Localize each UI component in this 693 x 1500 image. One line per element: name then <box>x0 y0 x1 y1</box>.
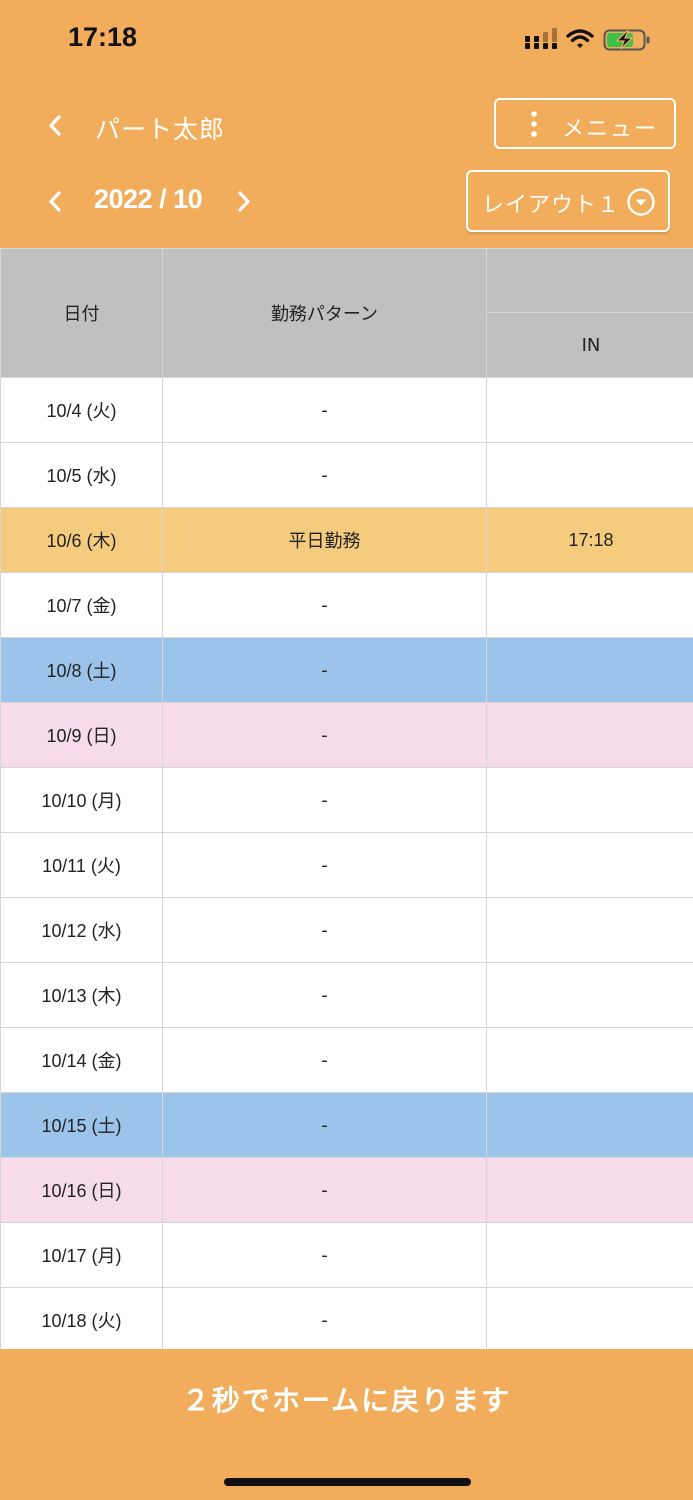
in-time-cell <box>486 572 693 638</box>
table-row[interactable]: 10/7 (金) - <box>0 572 693 638</box>
in-time-cell <box>486 1092 693 1158</box>
in-time-cell <box>486 1222 693 1288</box>
status-time: 17:18 <box>68 22 138 52</box>
table-row[interactable]: 10/15 (土) - <box>0 1092 693 1158</box>
table-row[interactable]: 10/12 (水) - <box>0 897 693 963</box>
date-cell: 10/13 (木) <box>0 962 163 1028</box>
pattern-cell: - <box>162 1157 487 1223</box>
table-row[interactable]: 10/4 (火) - <box>0 377 693 443</box>
employee-name-title: パート太郎 <box>95 115 226 144</box>
in-time-cell <box>486 377 693 443</box>
in-time-cell <box>486 767 693 833</box>
status-bar: 17:18 <box>0 0 693 80</box>
in-time-cell <box>486 1157 693 1223</box>
menu-button[interactable]: メニュー <box>494 98 676 149</box>
table-row[interactable]: 10/14 (金) - <box>0 1027 693 1093</box>
table-row[interactable]: 10/9 (日) - <box>0 702 693 768</box>
table-row[interactable]: 10/16 (日) - <box>0 1157 693 1223</box>
column-header-in: IN <box>486 312 693 378</box>
table-row[interactable]: 10/6 (木) 平日勤務 17:18 <box>0 507 693 573</box>
layout-select-label: レイアウト１ <box>482 193 621 218</box>
in-time-cell <box>486 1027 693 1093</box>
pattern-cell: - <box>162 962 487 1028</box>
in-time-cell <box>486 702 693 768</box>
menu-button-label: メニュー <box>562 117 659 142</box>
in-time-cell <box>486 832 693 898</box>
table-row[interactable]: 10/10 (月) - <box>0 767 693 833</box>
date-cell: 10/7 (金) <box>0 572 163 638</box>
pattern-cell: - <box>162 377 487 443</box>
table-row[interactable]: 10/5 (水) - <box>0 442 693 508</box>
cellular-signal-icon <box>525 28 557 49</box>
pattern-cell: - <box>162 637 487 703</box>
attendance-rows: 10/4 (火) -10/5 (水) -10/6 (木) 平日勤務 17:18 10/7 … <box>0 377 693 1349</box>
battery-charging-icon <box>603 29 650 51</box>
pattern-cell: - <box>162 702 487 768</box>
pattern-cell: - <box>162 572 487 638</box>
redirect-message: ２秒でホームに戻ります <box>181 1384 512 1417</box>
column-header-pattern: 勤務パターン <box>162 248 487 378</box>
date-cell: 10/12 (水) <box>0 897 163 963</box>
date-cell: 10/9 (日) <box>0 702 163 768</box>
date-cell: 10/15 (土) <box>0 1092 163 1158</box>
current-month-label: 2022 / 10 <box>94 184 203 214</box>
in-time-cell <box>486 637 693 703</box>
column-header-date: 日付 <box>0 248 163 378</box>
date-cell: 10/16 (日) <box>0 1157 163 1223</box>
pattern-cell: - <box>162 832 487 898</box>
table-row[interactable]: 10/17 (月) - <box>0 1222 693 1288</box>
column-group-header-attendance: 出退 <box>486 248 693 313</box>
table-row[interactable]: 10/13 (木) - <box>0 962 693 1028</box>
date-cell: 10/14 (金) <box>0 1027 163 1093</box>
in-time-cell <box>486 962 693 1028</box>
in-time-cell <box>486 442 693 508</box>
previous-month-button[interactable] <box>40 186 72 218</box>
back-button[interactable] <box>40 110 72 142</box>
pattern-cell: - <box>162 1027 487 1093</box>
date-cell: 10/4 (火) <box>0 377 163 443</box>
date-cell: 10/10 (月) <box>0 767 163 833</box>
pattern-cell: 平日勤務 <box>162 507 487 573</box>
wifi-icon <box>566 29 594 48</box>
chevron-down-circle-icon <box>627 188 655 216</box>
navigation-header: パート太郎 メニュー 2022 / 10 レイアウト１ <box>0 80 693 248</box>
attendance-grid: 日付 勤務パターン 出退 IN 10/4 (火)-10/5 (水)-10/6 (… <box>0 248 693 1349</box>
table-row[interactable]: 10/18 (火) - <box>0 1287 693 1349</box>
home-indicator <box>224 1478 471 1486</box>
more-vertical-icon <box>531 111 537 137</box>
table-row[interactable]: 10/11 (火) - <box>0 832 693 898</box>
date-cell: 10/17 (月) <box>0 1222 163 1288</box>
table-row[interactable]: 10/8 (土) - <box>0 637 693 703</box>
layout-select[interactable]: レイアウト１ <box>466 170 670 232</box>
next-month-button[interactable] <box>229 186 261 218</box>
in-time-cell: 17:18 <box>486 507 693 573</box>
attendance-table: 日付 勤務パターン 出退 IN 10/4 (火)-10/5 (水)-10/6 (… <box>0 248 693 1349</box>
date-cell: 10/18 (火) <box>0 1287 163 1349</box>
date-cell: 10/5 (水) <box>0 442 163 508</box>
in-time-cell <box>486 897 693 963</box>
in-time-cell <box>486 1287 693 1349</box>
pattern-cell: - <box>162 1287 487 1349</box>
pattern-cell: - <box>162 1092 487 1158</box>
date-cell: 10/8 (土) <box>0 637 163 703</box>
pattern-cell: - <box>162 442 487 508</box>
pattern-cell: - <box>162 1222 487 1288</box>
pattern-cell: - <box>162 767 487 833</box>
footer-bar: ２秒でホームに戻ります <box>0 1349 693 1500</box>
pattern-cell: - <box>162 897 487 963</box>
date-cell: 10/11 (火) <box>0 832 163 898</box>
date-cell: 10/6 (木) <box>0 507 163 573</box>
